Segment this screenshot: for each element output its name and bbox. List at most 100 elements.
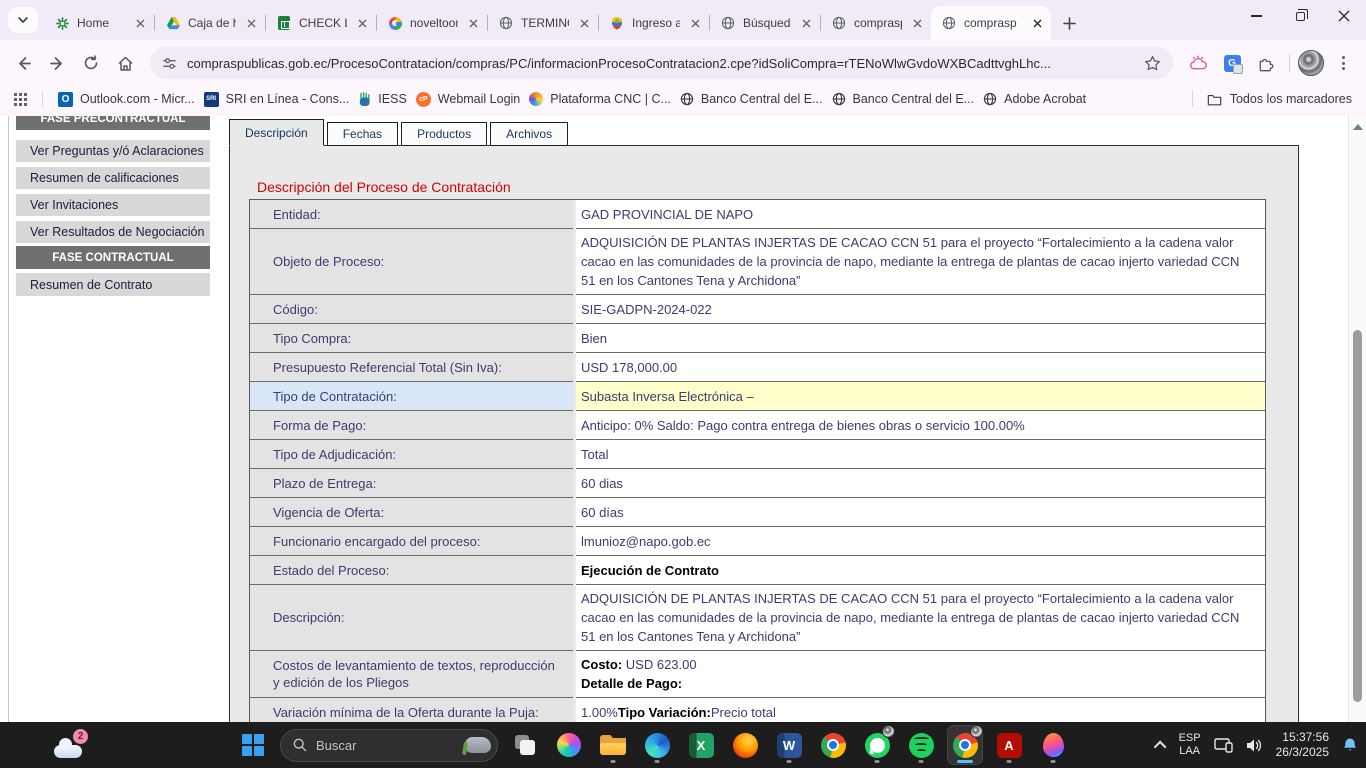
- outlook-icon: O: [58, 92, 73, 107]
- close-icon[interactable]: [354, 15, 370, 31]
- tab-archivos[interactable]: Archivos: [490, 122, 568, 146]
- tab-noveltoon[interactable]: noveltoon: [377, 6, 487, 40]
- site-settings-tune-icon[interactable]: [162, 56, 177, 71]
- close-icon[interactable]: [132, 15, 148, 31]
- bookmarks-bar: O Outlook.com - Micr... SRI SRI en Línea…: [0, 86, 1366, 112]
- page-scrollbar[interactable]: [1348, 116, 1366, 722]
- bookmark-banco-2[interactable]: Banco Central del E...: [832, 92, 975, 106]
- excel-button[interactable]: X: [684, 726, 718, 764]
- address-bar[interactable]: compraspublicas.gob.ec/ProcesoContrataci…: [150, 47, 1173, 79]
- sidebar-item-contrato[interactable]: Resumen de Contrato: [16, 273, 210, 296]
- cast-device-icon[interactable]: [1214, 738, 1233, 753]
- taskbar-search[interactable]: Buscar: [280, 729, 498, 762]
- scrollbar-thumb[interactable]: [1353, 330, 1362, 702]
- search-icon: [293, 738, 307, 752]
- table-row-objeto: Objeto de Proceso: ADQUISICIÓN DE PLANTA…: [250, 229, 1265, 295]
- cloud-icon: [54, 745, 82, 758]
- spotify-button[interactable]: [904, 726, 938, 764]
- bookmark-sri[interactable]: SRI SRI en Línea - Cons...: [204, 92, 350, 107]
- tab-fechas[interactable]: Fechas: [327, 122, 398, 146]
- scroll-up-arrow-icon[interactable]: [1353, 124, 1363, 130]
- table-row-estado: Estado del Proceso: Ejecución de Contrat…: [250, 556, 1265, 585]
- sidebar-item-preguntas[interactable]: Ver Preguntas y/ó Aclaraciones: [16, 140, 210, 162]
- new-tab-button[interactable]: [1063, 17, 1076, 30]
- restore-button[interactable]: [1278, 0, 1322, 32]
- close-icon[interactable]: [798, 15, 814, 31]
- tab-caja[interactable]: Caja de he: [155, 6, 265, 40]
- date-text: 26/3/2025: [1276, 745, 1329, 759]
- close-icon[interactable]: [687, 15, 703, 31]
- table-row-forma-pago: Forma de Pago: Anticipo: 0% Saldo: Pago …: [250, 411, 1265, 440]
- paint-drop-button[interactable]: [1036, 726, 1070, 764]
- extensions-puzzle-icon[interactable]: [1251, 48, 1281, 78]
- search-placeholder: Buscar: [316, 738, 356, 753]
- row-label: Tipo de Contratación:: [250, 382, 573, 411]
- bookmark-adobe[interactable]: Adobe Acrobat: [983, 92, 1086, 106]
- row-label: Presupuesto Referencial Total (Sin Iva):: [250, 353, 573, 382]
- chrome-active-button[interactable]: [948, 726, 982, 764]
- volume-icon[interactable]: [1246, 738, 1263, 753]
- variation-type-label: Tipo Variación:: [618, 703, 711, 722]
- table-row-plazo: Plazo de Entrega: 60 dias: [250, 469, 1265, 498]
- bookmark-iess[interactable]: IESS: [358, 92, 407, 107]
- close-icon[interactable]: [576, 15, 592, 31]
- all-bookmarks[interactable]: Todos los marcadores: [1186, 91, 1352, 107]
- bookmark-outlook[interactable]: O Outlook.com - Micr...: [58, 92, 195, 107]
- whatsapp-button[interactable]: [860, 726, 894, 764]
- bookmark-banco-1[interactable]: Banco Central del E...: [680, 92, 823, 106]
- firefox-button[interactable]: [728, 726, 762, 764]
- sidebar-item-resultados[interactable]: Ver Resultados de Negociación: [16, 221, 210, 243]
- browser-menu-icon[interactable]: [1328, 48, 1358, 78]
- tab-busqueda[interactable]: Búsqueda: [710, 6, 820, 40]
- bookmark-cnc[interactable]: Plataforma CNC | C...: [529, 92, 671, 106]
- url-text[interactable]: compraspublicas.gob.ec/ProcesoContrataci…: [187, 56, 1134, 71]
- tab-termino[interactable]: TERMINO: [488, 6, 598, 40]
- minimize-button[interactable]: [1234, 0, 1278, 32]
- word-button[interactable]: W: [772, 726, 806, 764]
- tab-checklist[interactable]: CHECK LIS: [266, 6, 376, 40]
- close-icon[interactable]: [1029, 15, 1045, 31]
- clock[interactable]: 15:37:5626/3/2025: [1276, 730, 1329, 760]
- tray-expand-icon[interactable]: [1153, 740, 1166, 753]
- close-icon[interactable]: [243, 15, 259, 31]
- reload-icon[interactable]: [76, 48, 106, 78]
- forward-icon[interactable]: [42, 48, 72, 78]
- tab-descripcion[interactable]: Descripción: [229, 119, 324, 146]
- tab-home[interactable]: Home: [44, 6, 154, 40]
- edge-button[interactable]: [640, 726, 674, 764]
- start-button[interactable]: [236, 726, 270, 764]
- close-window-button[interactable]: [1322, 0, 1366, 32]
- back-icon[interactable]: [8, 48, 38, 78]
- acrobat-button[interactable]: A: [992, 726, 1026, 764]
- tab-ingreso[interactable]: Ingreso al: [599, 6, 709, 40]
- chrome-button[interactable]: [816, 726, 850, 764]
- notification-bell-icon[interactable]: [1342, 737, 1358, 753]
- bookmark-label: Banco Central del E...: [701, 92, 823, 106]
- sidebar-item-calificaciones[interactable]: Resumen de calificaciones: [16, 167, 210, 189]
- tab-search-button[interactable]: [8, 7, 38, 33]
- profile-avatar[interactable]: [1298, 50, 1324, 76]
- tab-productos[interactable]: Productos: [401, 122, 487, 146]
- task-view-button[interactable]: [508, 726, 542, 764]
- copilot-button[interactable]: [552, 726, 586, 764]
- widgets-weather-icon[interactable]: 2: [52, 729, 88, 761]
- file-explorer-button[interactable]: [596, 726, 630, 764]
- bookmark-label: IESS: [378, 92, 407, 106]
- tab-title: TERMINO: [521, 16, 569, 30]
- close-icon[interactable]: [465, 15, 481, 31]
- tab-comprasp-active[interactable]: comprasp: [931, 6, 1051, 40]
- sidebar-item-invitaciones[interactable]: Ver Invitaciones: [16, 194, 210, 216]
- language-indicator[interactable]: ESPLAA: [1179, 732, 1201, 758]
- bookmark-star-icon[interactable]: [1144, 55, 1161, 72]
- apps-grid-icon[interactable]: [14, 93, 27, 106]
- bookmark-webmail[interactable]: cP Webmail Login: [416, 92, 520, 107]
- extension-pink-cloud-icon[interactable]: [1183, 48, 1213, 78]
- sidebar-item-label: Resumen de Contrato: [30, 278, 152, 292]
- close-icon[interactable]: [909, 15, 925, 31]
- row-value: ADQUISICIÓN DE PLANTAS INJERTAS DE CACAO…: [576, 229, 1265, 295]
- google-translate-icon[interactable]: G: [1217, 48, 1247, 78]
- home-icon[interactable]: [110, 48, 140, 78]
- tab-comprasp-1[interactable]: comprasp: [821, 6, 931, 40]
- table-row-vigencia: Vigencia de Oferta: 60 días: [250, 498, 1265, 527]
- row-value: 1.00% Tipo Variación: Precio total: [576, 698, 1265, 722]
